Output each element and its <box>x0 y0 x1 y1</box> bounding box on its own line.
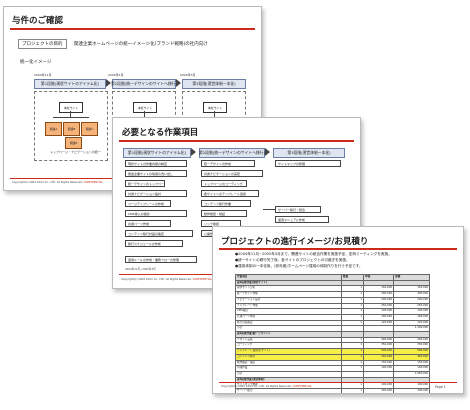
title-rule <box>119 140 354 142</box>
work-item: 共通ナビゲーション設計 <box>125 190 187 197</box>
phase-header: 第3段階(運営体制一本化) <box>182 79 246 89</box>
footer-copyright: Copyright(C) 2004 XXXX Co., LTD. All Rig… <box>12 181 103 184</box>
copyright-text: Copyright(C) 2004 XXXX Co., LTD. All Rig… <box>12 181 83 184</box>
copyright-text: Copyright(C) 2004 XXXX Co., LTD. All Rig… <box>221 385 292 388</box>
phase-side-label: 2004年11月 <box>34 73 52 77</box>
slide-project-progress-estimate: プロジェクトの進行イメージ/お見積り ●2004年11月~2005年3月まで、関… <box>212 226 464 394</box>
work-item: CMS導入の検討 <box>125 210 187 217</box>
table-cell: 1 <box>341 388 364 393</box>
table-cell: 300,000 <box>393 388 430 393</box>
work-item: 統一デザインの作成 <box>201 160 255 167</box>
work-item: 統一デザインのトップページ作成 <box>125 180 165 187</box>
bullet-text: ●統一サイトの移行完了後、各サイトのプロジェクトの引継ぎを実施。 <box>235 258 350 262</box>
site-box: 関連B <box>65 137 82 149</box>
work-item: 共通パーツ作成 <box>125 220 171 227</box>
work-item: 現状サイトの作業内容の精査 <box>125 160 187 167</box>
table-row: サーバー統合 1 300,000 300,000 <box>235 388 430 393</box>
table-cell: サーバー統合 <box>235 388 342 393</box>
footer-rule <box>219 382 457 383</box>
diagram-note: トップページ・ナビゲーションの統一 <box>50 150 101 154</box>
site-box: 関連B <box>63 122 80 136</box>
work-item: 動作確認・検証 <box>201 210 247 217</box>
hub-box: 本社サイト <box>203 102 227 113</box>
phase-header: 第3段階(運営体制一本化) <box>273 148 345 158</box>
work-item: サイトマップの整理 <box>275 160 341 167</box>
phase-header: 第1段階(現状サイトのアイテム化) <box>123 148 191 158</box>
site-box: 関連C <box>81 122 98 136</box>
phase-side-label: 2005年3月 <box>180 73 196 77</box>
title-rule <box>219 248 457 250</box>
title-rule <box>10 28 255 30</box>
bullet-text: ●運用体制の一本化後、(前年度)ホームページ運用の体制作りを行う予定です。 <box>235 264 363 268</box>
slide-title: 必要となる作業項目 <box>122 128 199 138</box>
confidential-mark: CONFIDENTIAL <box>83 181 103 184</box>
section-label: 統一化イメージ <box>20 60 52 65</box>
arrow-right-icon <box>265 148 270 156</box>
work-item: 移行スケジュールの作成 <box>125 240 183 247</box>
work-item: 運用ルールの作成・業務フローの整理 <box>125 256 197 263</box>
work-item: コンテンツ移行計画の策定 <box>125 230 193 237</box>
slide-title: プロジェクトの進行イメージ/お見積り <box>221 237 369 247</box>
site-box: 関連A <box>45 122 62 136</box>
work-item: 各サイトへのテンプレート適用 <box>201 190 259 197</box>
bullet-text: ●2004年11月~2005年3月まで、関連サイトの統合作業を実施予定、定例ミー… <box>235 252 392 256</box>
work-item: ページテンプレートの作成 <box>125 200 171 207</box>
estimate-table: 作業項目 数量 単価 金額 第1段階作業(現状サイト) 現状サイト分析 1 150,0… <box>235 274 430 393</box>
arrow-right-icon <box>191 148 196 156</box>
hub-box: 本社サイト <box>133 102 157 113</box>
work-item: 運用マニュアル作成 <box>275 216 329 223</box>
purpose-text: 関連企業ホームページの統一イメージ化(ブランド戦略)の社内向け <box>74 42 208 47</box>
arrow-right-icon <box>176 79 181 87</box>
schedule-note: 2004年11月~2005年3月 <box>125 268 156 271</box>
work-item: サーバー移行・統合 <box>275 206 321 213</box>
confidential-mark: CONFIDENTIAL <box>292 385 312 388</box>
work-item: トップページのコーディング <box>201 180 247 187</box>
phase-header: 第2段階(統一デザインのサイトへ移行) <box>199 148 265 158</box>
connector-line <box>53 117 89 118</box>
page-number: Page 1 <box>435 385 446 389</box>
connector-line <box>263 209 275 210</box>
phase-header: 第1段階(現状サイトのアイテム化) <box>34 79 106 89</box>
table-cell: 300,000 <box>363 388 394 393</box>
hub-box: 本社サイト <box>59 102 83 113</box>
work-item: コンテンツ移行作業 <box>201 200 251 207</box>
copyright-text: Copyright(C) 2004 XXXX Co., LTD. All Rig… <box>121 278 192 281</box>
work-item: 共通ナビゲーションの実装 <box>201 170 263 177</box>
footer-copyright: Copyright(C) 2004 XXXX Co., LTD. All Rig… <box>221 385 312 388</box>
work-item: 関連企業サイトの情報の洗い出し <box>125 170 187 177</box>
slide-title: 与件のご確認 <box>12 16 64 26</box>
purpose-label: プロジェクトの目的 <box>18 39 67 49</box>
confidential-mark: CONFIDENTIAL <box>192 278 212 281</box>
footer-copyright: Copyright(C) 2004 XXXX Co., LTD. All Rig… <box>121 278 212 281</box>
phase-header: 第2段階(統一デザインのサイトへ移行) <box>111 79 177 89</box>
phase-side-label: 2005年1月 <box>108 73 124 77</box>
